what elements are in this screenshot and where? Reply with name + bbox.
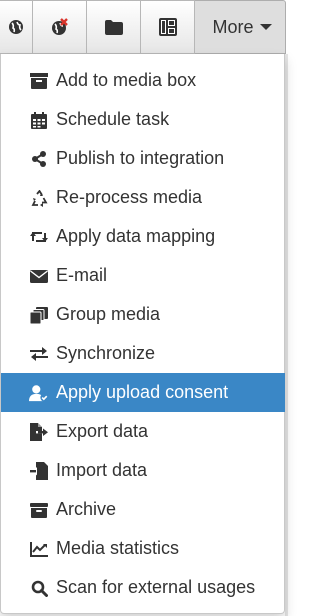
- menu-item-archive[interactable]: Archive: [1, 490, 285, 529]
- toolbar: More: [0, 0, 288, 54]
- calendar-icon: [29, 110, 49, 130]
- file-export-icon: [29, 422, 49, 442]
- menu-item-import-data[interactable]: Import data: [1, 451, 285, 490]
- menu-item-schedule-task[interactable]: Schedule task: [1, 100, 285, 139]
- menu-item-label: Add to media box: [56, 70, 197, 90]
- menu-item-group-media[interactable]: Group media: [1, 295, 285, 334]
- menu-item-label: E-mail: [56, 265, 108, 285]
- menu-item-apply-data-mapping[interactable]: Apply data mapping: [1, 217, 285, 256]
- archive-icon: [29, 500, 49, 520]
- menu-item-label: Apply data mapping: [56, 226, 216, 246]
- menu-item-publish-to-integration[interactable]: Publish to integration: [1, 139, 285, 178]
- layout-button[interactable]: [141, 0, 195, 54]
- globe-icon: [8, 19, 24, 35]
- menu-item-add-to-media-box[interactable]: Add to media box: [1, 61, 285, 100]
- clone-icon: [29, 305, 49, 325]
- menu-item-label: Synchronize: [56, 343, 156, 363]
- menu-item-export-data[interactable]: Export data: [1, 412, 285, 451]
- menu-item-label: Schedule task: [56, 109, 170, 129]
- exchange-icon: [29, 344, 49, 364]
- menu-item-label: Export data: [56, 421, 149, 441]
- envelope-icon: [29, 266, 49, 286]
- file-import-icon: [29, 461, 49, 481]
- menu-item-media-statistics[interactable]: Media statistics: [1, 529, 285, 568]
- background-page-edge: [285, 54, 288, 616]
- share-icon: [29, 149, 49, 169]
- globe-disabled-icon: [50, 17, 70, 37]
- menu-item-label: Re-process media: [56, 187, 203, 207]
- caret-down-icon: [259, 23, 272, 31]
- menu-item-label: Publish to integration: [56, 148, 225, 168]
- archive-box-icon: [29, 71, 49, 91]
- menu-item-re-process-media[interactable]: Re-process media: [1, 178, 285, 217]
- line-chart-icon: [29, 539, 49, 559]
- more-label: More: [212, 16, 254, 37]
- more-button[interactable]: More: [195, 0, 286, 54]
- menu-item-synchronize[interactable]: Synchronize: [1, 334, 285, 373]
- menu-item-label: Archive: [56, 499, 117, 519]
- more-dropdown-menu: Add to media box Schedule task Publish t…: [0, 54, 285, 614]
- retweet-icon: [29, 227, 49, 247]
- globe-button[interactable]: [0, 0, 33, 54]
- menu-item-label: Scan for external usages: [56, 577, 256, 597]
- menu-item-apply-upload-consent[interactable]: Apply upload consent: [1, 373, 285, 412]
- menu-item-scan-for-external-usages[interactable]: Scan for external usages: [1, 568, 285, 607]
- recycle-icon: [29, 188, 49, 208]
- menu-item-label: Apply upload consent: [56, 382, 229, 402]
- menu-item-label: Group media: [56, 304, 161, 324]
- folder-button[interactable]: [87, 0, 141, 54]
- globe-disabled-button[interactable]: [33, 0, 87, 54]
- menu-item-label: Import data: [56, 460, 148, 480]
- layout-icon: [158, 18, 177, 36]
- menu-item-label: Media statistics: [56, 538, 180, 558]
- folder-icon: [104, 19, 123, 35]
- user-check-icon: [29, 383, 49, 403]
- search-icon: [29, 578, 49, 598]
- menu-item-e-mail[interactable]: E-mail: [1, 256, 285, 295]
